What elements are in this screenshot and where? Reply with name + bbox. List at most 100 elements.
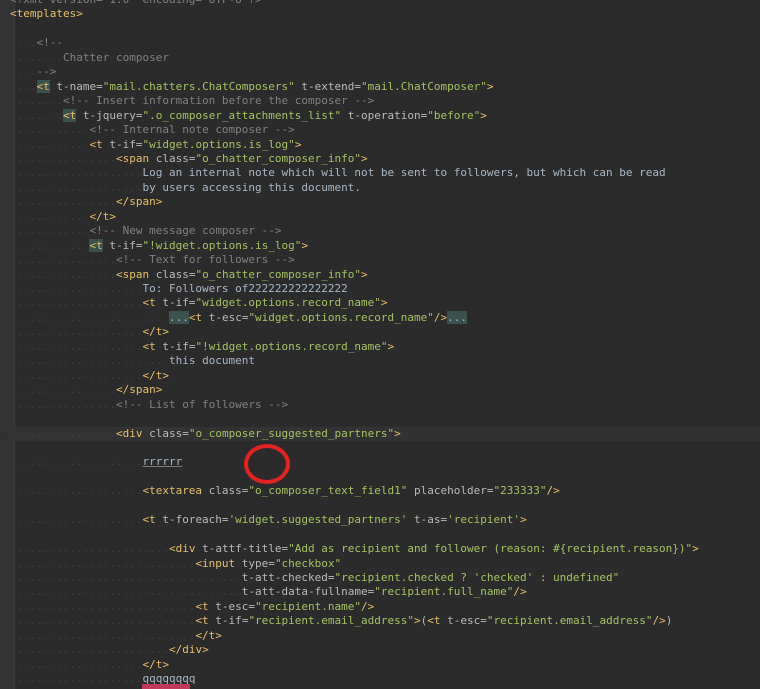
code-line[interactable]: ................<span class="o_chatter_c… bbox=[0, 268, 760, 282]
code-token: <t bbox=[195, 614, 209, 628]
code-line[interactable]: ....<t t-name="mail.chatters.ChatCompose… bbox=[0, 79, 760, 94]
code-line[interactable]: ............<t t-if="!widget.options.is_… bbox=[0, 238, 760, 253]
code-token: <templates> bbox=[10, 7, 83, 21]
code-line[interactable]: ....................Log an internal note… bbox=[0, 166, 760, 180]
code-token: <t bbox=[89, 137, 103, 151]
code-token: <t bbox=[142, 339, 156, 353]
code-line[interactable] bbox=[0, 22, 760, 36]
code-line-content: ............................<t t-esc="re… bbox=[10, 600, 374, 614]
code-token: > bbox=[294, 137, 302, 151]
code-token: t-att-data-fullname= bbox=[241, 585, 375, 599]
code-token: Chatter composer bbox=[62, 50, 169, 64]
code-line[interactable]: ....................<t t-if="widget.opti… bbox=[0, 296, 760, 310]
code-token: > bbox=[486, 79, 494, 93]
indent-guide: ............................ bbox=[10, 628, 196, 642]
code-line-content: ....<!-- bbox=[10, 36, 63, 50]
code-line[interactable]: ...................................t-att… bbox=[0, 585, 760, 599]
code-line[interactable]: <?xml version="1.0" encoding="UTF-8"?> bbox=[0, 0, 760, 7]
code-line[interactable]: ....................<t t-if="!widget.opt… bbox=[0, 340, 760, 354]
code-line-content: ........................this document bbox=[10, 354, 255, 368]
code-token: t-if= bbox=[102, 137, 143, 151]
code-token: <!-- Text for followers --> bbox=[115, 253, 295, 267]
code-token: "before" bbox=[427, 108, 481, 122]
code-line-content: ............<t t-if="widget.options.is_l… bbox=[10, 138, 301, 152]
code-line[interactable]: ....................To: Followers of2222… bbox=[0, 282, 760, 296]
code-token: <!-- List of followers --> bbox=[115, 397, 289, 411]
code-token: t-att-checked= bbox=[241, 571, 335, 584]
code-line-content: ....<t t-name="mail.chatters.ChatCompose… bbox=[10, 79, 494, 94]
code-token: > bbox=[519, 513, 527, 527]
code-token: "widget.options.record_name" bbox=[195, 296, 381, 310]
code-line[interactable]: ................<div class="o_composer_s… bbox=[0, 426, 760, 441]
code-line[interactable]: ............................</t> bbox=[0, 629, 760, 643]
code-line[interactable]: ....................</t> bbox=[0, 658, 760, 672]
code-line[interactable]: ....................</t> bbox=[0, 325, 760, 339]
code-line[interactable]: ....................<t t-foreach='widget… bbox=[0, 513, 760, 527]
code-line-content: ............<!-- Internal note composer … bbox=[10, 123, 295, 137]
code-token: <?xml version="1.0" encoding="UTF-8"?> bbox=[10, 0, 262, 6]
code-line[interactable]: ........................</div> bbox=[0, 643, 760, 657]
code-token: "widget.options.is_log" bbox=[142, 137, 295, 151]
code-line[interactable]: ........Chatter composer bbox=[0, 51, 760, 65]
code-line[interactable]: ....................qqqqqqqq bbox=[0, 672, 760, 686]
code-token: "o_chatter_composer_info" bbox=[195, 151, 362, 165]
indent-guide: .................... bbox=[10, 513, 143, 527]
code-token: "recipient.email_address" bbox=[248, 614, 415, 628]
code-line[interactable]: ............<!-- Internal note composer … bbox=[0, 123, 760, 137]
code-line[interactable]: ....................by users accessing t… bbox=[0, 181, 760, 195]
code-line[interactable]: ....--> bbox=[0, 65, 760, 79]
indent-guide: .... bbox=[10, 79, 37, 93]
code-line[interactable]: ........................this document bbox=[0, 354, 760, 368]
code-line[interactable]: ............................<t t-esc="re… bbox=[0, 600, 760, 614]
code-line[interactable]: ........................<div t-attf-titl… bbox=[0, 542, 760, 556]
code-line[interactable]: ............<!-- New message composer --… bbox=[0, 224, 760, 238]
indent-guide: ........................ bbox=[10, 542, 169, 556]
code-line-content: ....................<t t-foreach='widget… bbox=[10, 513, 527, 527]
code-line[interactable] bbox=[0, 412, 760, 426]
code-line[interactable] bbox=[0, 470, 760, 484]
code-line[interactable]: ...................................t-att… bbox=[0, 571, 760, 585]
indent-guide: ........................ bbox=[10, 354, 169, 368]
code-token: t-if= bbox=[155, 296, 196, 310]
code-line[interactable]: ................<!-- Text for followers … bbox=[0, 253, 760, 267]
code-line[interactable] bbox=[0, 441, 760, 455]
code-line[interactable]: ...........................<t t-esc="wid… bbox=[0, 310, 760, 325]
code-line[interactable] bbox=[0, 528, 760, 542]
code-token: </t> bbox=[195, 628, 222, 642]
indent-guide: ........................ bbox=[10, 310, 169, 324]
code-token: <span bbox=[115, 267, 150, 281]
code-line[interactable] bbox=[0, 499, 760, 513]
code-line[interactable]: ................<span class="o_chatter_c… bbox=[0, 152, 760, 166]
code-line[interactable]: ............................<input type=… bbox=[0, 557, 760, 571]
code-token: "Add as recipient and follower (reason: … bbox=[288, 542, 693, 556]
code-token: placeholder= bbox=[407, 484, 494, 498]
code-token: <textarea bbox=[142, 484, 203, 498]
code-line[interactable]: ................</span> bbox=[0, 383, 760, 397]
code-token: <t bbox=[62, 108, 77, 122]
code-line[interactable]: ....<!-- bbox=[0, 36, 760, 50]
code-line[interactable]: ....................</t> bbox=[0, 369, 760, 383]
code-token: Log an internal note which will not be s… bbox=[142, 166, 666, 180]
code-line[interactable]: ............</t> bbox=[0, 210, 760, 224]
code-line[interactable]: ........<!-- Insert information before t… bbox=[0, 94, 760, 108]
code-line-content: ................<span class="o_chatter_c… bbox=[10, 152, 368, 166]
code-editor[interactable]: <?xml version="1.0" encoding="UTF-8"?><t… bbox=[0, 0, 760, 689]
code-token: t-foreach= bbox=[155, 513, 229, 527]
code-line[interactable]: ............<t t-if="widget.options.is_l… bbox=[0, 138, 760, 152]
code-line[interactable]: ................<!-- List of followers -… bbox=[0, 398, 760, 412]
code-token: > bbox=[380, 296, 388, 310]
indent-guide: .................... bbox=[10, 339, 143, 353]
code-line[interactable]: ........<t t-jquery=".o_composer_attachm… bbox=[0, 108, 760, 123]
code-token: t-operation= bbox=[341, 108, 428, 122]
code-line[interactable]: ....................rrrrrr bbox=[0, 455, 760, 469]
code-line-content: ....................Log an internal note… bbox=[10, 166, 666, 180]
code-line[interactable]: ....................<textarea class="o_c… bbox=[0, 484, 760, 498]
code-line-content: ....................<textarea class="o_c… bbox=[10, 484, 560, 498]
code-line[interactable]: ............................<t t-if="rec… bbox=[0, 614, 760, 628]
code-line[interactable]: ................</span> bbox=[0, 195, 760, 209]
code-token: /> bbox=[513, 585, 527, 599]
code-token: <input bbox=[195, 556, 236, 570]
code-line[interactable]: <templates> bbox=[0, 7, 760, 21]
indent-guide: ............ bbox=[10, 238, 90, 252]
indent-guide: .... bbox=[10, 36, 37, 50]
